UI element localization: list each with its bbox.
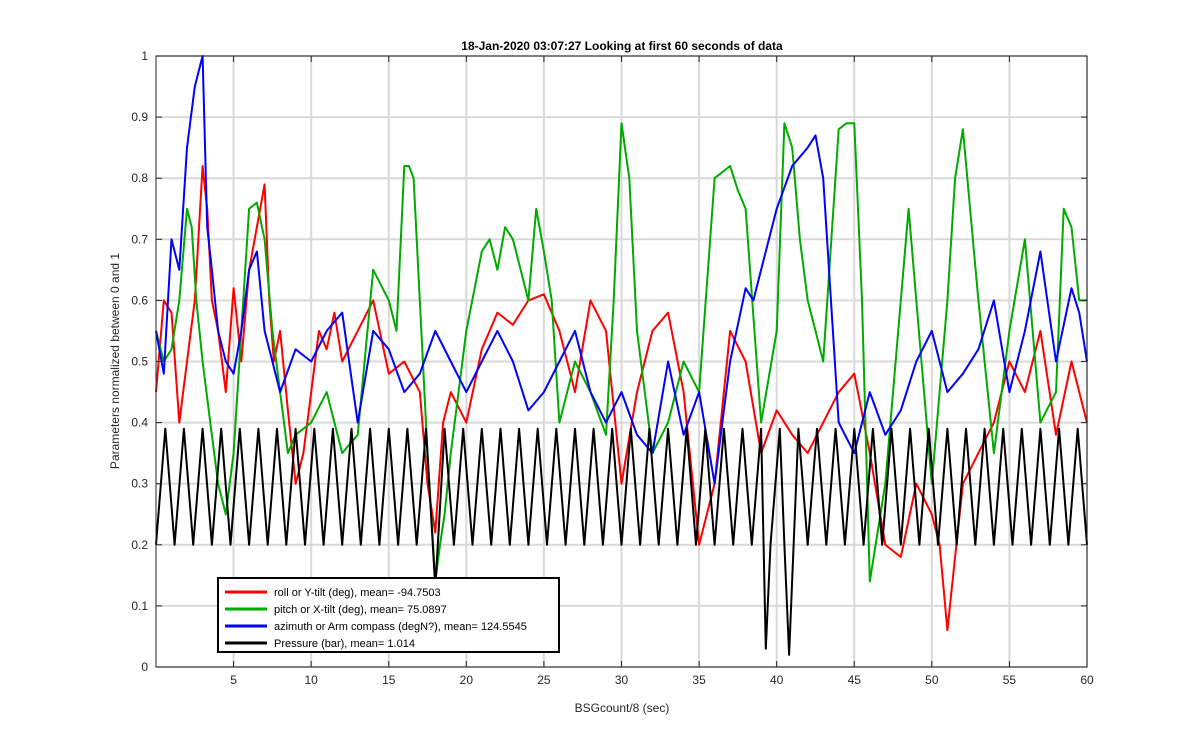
x-axis-label: BSGcount/8 (sec) <box>575 701 670 715</box>
figure: 5 10 15 20 25 30 35 40 45 50 55 60 0 0.1 0.2 0.3 0.4 0.5 0… <box>0 0 1200 750</box>
y-tick-label: 0.7 <box>131 232 148 246</box>
x-tick-label: 10 <box>304 673 318 687</box>
y-tick-label: 0.3 <box>131 477 148 491</box>
legend: roll or Y-tilt (deg), mean= -94.7503 pitc… <box>217 577 560 653</box>
x-tick-label: 25 <box>537 673 551 687</box>
y-tick-label: 0.9 <box>131 110 148 124</box>
x-tick-label: 5 <box>230 673 237 687</box>
legend-label: Pressure (bar), mean= 1.014 <box>274 638 415 650</box>
x-tick-label: 50 <box>925 673 939 687</box>
y-tick-label: 1 <box>141 49 148 63</box>
y-tick-label: 0.6 <box>131 293 148 307</box>
y-tick-label: 0 <box>141 660 148 674</box>
legend-label: pitch or X-tilt (deg), mean= 75.0897 <box>274 604 447 616</box>
legend-label: roll or Y-tilt (deg), mean= -94.7503 <box>274 587 441 599</box>
x-tick-label: 60 <box>1080 673 1094 687</box>
x-tick-label: 20 <box>460 673 474 687</box>
x-tick-label: 55 <box>1003 673 1017 687</box>
y-tick-label: 0.2 <box>131 538 148 552</box>
y-tick-label: 0.8 <box>131 171 148 185</box>
x-tick-label: 40 <box>770 673 784 687</box>
y-axis-label: Parameters normalized between 0 and 1 <box>108 253 122 469</box>
x-tick-label: 30 <box>615 673 629 687</box>
chart-title: 18-Jan-2020 03:07:27 Looking at first 60… <box>461 39 783 53</box>
chart-canvas: 5 10 15 20 25 30 35 40 45 50 55 60 0 0.1 0.2 0.3 0.4 0.5 0… <box>0 0 1200 750</box>
x-tick-label: 45 <box>848 673 862 687</box>
y-tick-label: 0.1 <box>131 599 148 613</box>
x-tick-label: 15 <box>382 673 396 687</box>
y-tick-label: 0.5 <box>131 355 148 369</box>
legend-label: azimuth or Arm compass (degN?), mean= 12… <box>274 621 527 633</box>
x-tick-label: 35 <box>692 673 706 687</box>
y-tick-label: 0.4 <box>131 416 148 430</box>
